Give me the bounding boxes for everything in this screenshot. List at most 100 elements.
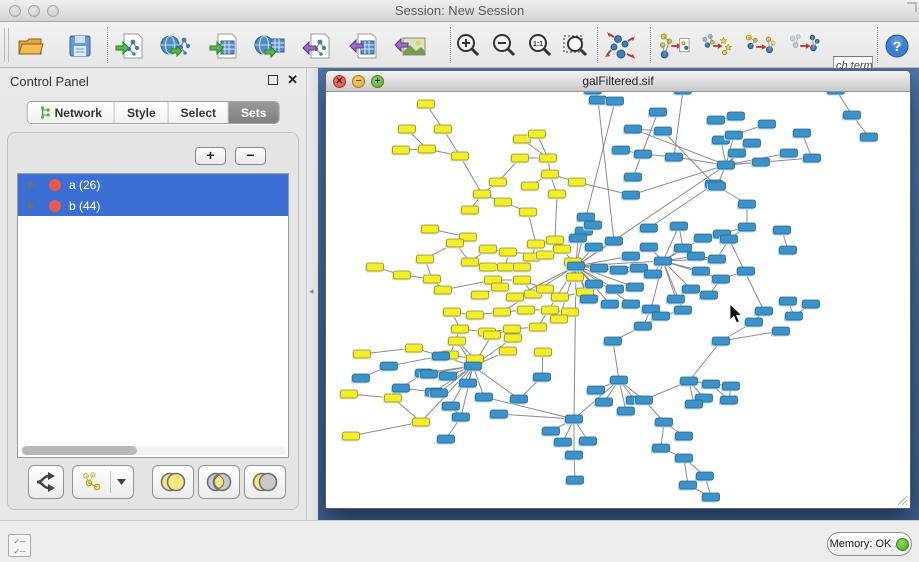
set-row-a[interactable]: a (26) (18, 174, 288, 195)
window-titlebar: Session: New Session (0, 0, 919, 22)
float-panel-button[interactable] (268, 75, 278, 85)
expand-selection-button[interactable] (744, 30, 776, 62)
network-desktop: ✕ − + galFiltered.sif (318, 68, 919, 520)
scrollbar-thumb[interactable] (22, 446, 137, 455)
mouse-cursor (730, 304, 742, 323)
expand-triangle-icon[interactable] (28, 181, 35, 189)
import-network-web-button[interactable] (160, 30, 192, 62)
zoom-in-icon (454, 32, 482, 60)
set-color-dot-icon (49, 200, 61, 212)
zoom-out-icon (490, 32, 518, 60)
network-canvas[interactable] (327, 92, 909, 507)
import-table-file-button[interactable] (208, 30, 240, 62)
toolbar-separator (107, 27, 108, 63)
button-divider (110, 471, 111, 493)
network-graph[interactable] (327, 92, 909, 507)
intersection-venn-icon (205, 472, 233, 492)
split-set-button[interactable] (28, 465, 64, 499)
close-panel-button[interactable]: ✕ (287, 72, 298, 88)
svg-text:?: ? (893, 38, 902, 54)
zoom-selected-region-button[interactable] (560, 30, 592, 62)
memory-status-button[interactable]: Memory: OK (827, 532, 912, 556)
task-history-button[interactable]: ✓─✓─ (8, 534, 31, 557)
tab-style[interactable]: Style (115, 102, 169, 123)
toolbar-separator (450, 27, 451, 63)
difference-venn-icon (251, 472, 279, 492)
frame-resize-grip[interactable] (894, 492, 908, 506)
zoom-out-button[interactable] (488, 30, 520, 62)
import-table-web-icon (254, 32, 286, 60)
tab-select[interactable]: Select (169, 102, 229, 123)
open-session-button[interactable] (14, 30, 46, 62)
toolbar-separator (597, 27, 598, 63)
export-image-icon (394, 32, 426, 60)
tab-label: Style (127, 106, 156, 120)
network-frame-title: galFiltered.sif (326, 74, 910, 88)
toolbar-drag-handle[interactable] (4, 28, 9, 62)
zoom-actual-size-button[interactable]: 1:1 (524, 30, 556, 62)
main-toolbar: 1:1 (0, 22, 919, 68)
layout-icon (604, 31, 636, 61)
save-session-button[interactable] (64, 30, 96, 62)
network-frame-titlebar[interactable]: ✕ − + galFiltered.sif (326, 71, 910, 92)
status-bar: ✓─✓─ Memory: OK (0, 520, 919, 562)
dropdown-arrow-icon[interactable] (117, 479, 126, 485)
select-neighbors-button[interactable] (700, 30, 732, 62)
toolbar-separator (650, 27, 651, 63)
network-frame[interactable]: ✕ − + galFiltered.sif (325, 70, 911, 509)
export-table-icon (349, 32, 379, 60)
intersect-sets-button[interactable] (198, 465, 240, 499)
union-sets-button[interactable] (152, 465, 194, 499)
tab-label: Network (55, 106, 102, 120)
collapse-selection-icon (788, 31, 820, 61)
network-from-selection-icon (658, 31, 690, 61)
zoom-one-to-one-icon: 1:1 (526, 32, 554, 60)
svg-text:1:1: 1:1 (533, 41, 543, 48)
memory-ok-indicator-icon (896, 538, 909, 551)
export-image-button[interactable] (394, 30, 426, 62)
import-network-file-button[interactable] (114, 30, 146, 62)
save-disk-icon (67, 33, 93, 59)
collapse-selection-button[interactable] (788, 30, 820, 62)
sets-panel: + − a (26) b (44) (7, 132, 299, 510)
set-row-b[interactable]: b (44) (18, 195, 288, 216)
set-label: b (44) (69, 199, 100, 213)
tab-sets[interactable]: Sets (229, 102, 278, 123)
memory-status-label: Memory: OK (830, 538, 892, 550)
new-network-from-selection-button[interactable] (658, 30, 690, 62)
panel-splitter[interactable]: ◂ (306, 68, 318, 520)
horizontal-scrollbar[interactable] (20, 446, 286, 455)
import-table-file-icon (209, 32, 239, 60)
network-tab-icon (40, 106, 51, 119)
remove-set-button[interactable]: − (235, 147, 266, 165)
set-color-dot-icon (49, 179, 61, 191)
control-panel-tabs: Network Style Select Sets (27, 101, 280, 124)
zoom-in-button[interactable] (452, 30, 484, 62)
set-label: a (26) (69, 178, 100, 192)
create-set-from-network-button[interactable] (72, 465, 134, 499)
apply-layout-button[interactable] (604, 30, 636, 62)
tab-label: Select (181, 106, 216, 120)
add-set-button[interactable]: + (195, 147, 226, 165)
control-panel-header: Control Panel ✕ (0, 68, 306, 95)
export-table-button[interactable] (348, 30, 380, 62)
expand-triangle-icon[interactable] (28, 202, 35, 210)
network-set-icon (80, 471, 104, 493)
difference-sets-button[interactable] (244, 465, 286, 499)
open-folder-icon (16, 32, 44, 60)
sets-list[interactable]: a (26) b (44) (17, 173, 289, 458)
import-table-web-button[interactable] (254, 30, 286, 62)
select-neighbors-icon (700, 31, 732, 61)
control-panel-title: Control Panel (10, 74, 89, 89)
split-arrows-icon (35, 472, 57, 492)
control-panel: Control Panel ✕ Network Style Select Set… (0, 68, 306, 520)
tab-label: Sets (241, 106, 266, 120)
import-network-web-icon (160, 32, 192, 60)
help-icon: ? (884, 33, 910, 59)
collapse-panel-arrow-icon[interactable]: ◂ (309, 286, 314, 297)
export-network-button[interactable] (301, 30, 333, 62)
window-resize-icon (907, 2, 917, 12)
help-button[interactable]: ? (881, 30, 913, 62)
expand-selection-icon (744, 31, 776, 61)
tab-network[interactable]: Network (28, 102, 115, 123)
